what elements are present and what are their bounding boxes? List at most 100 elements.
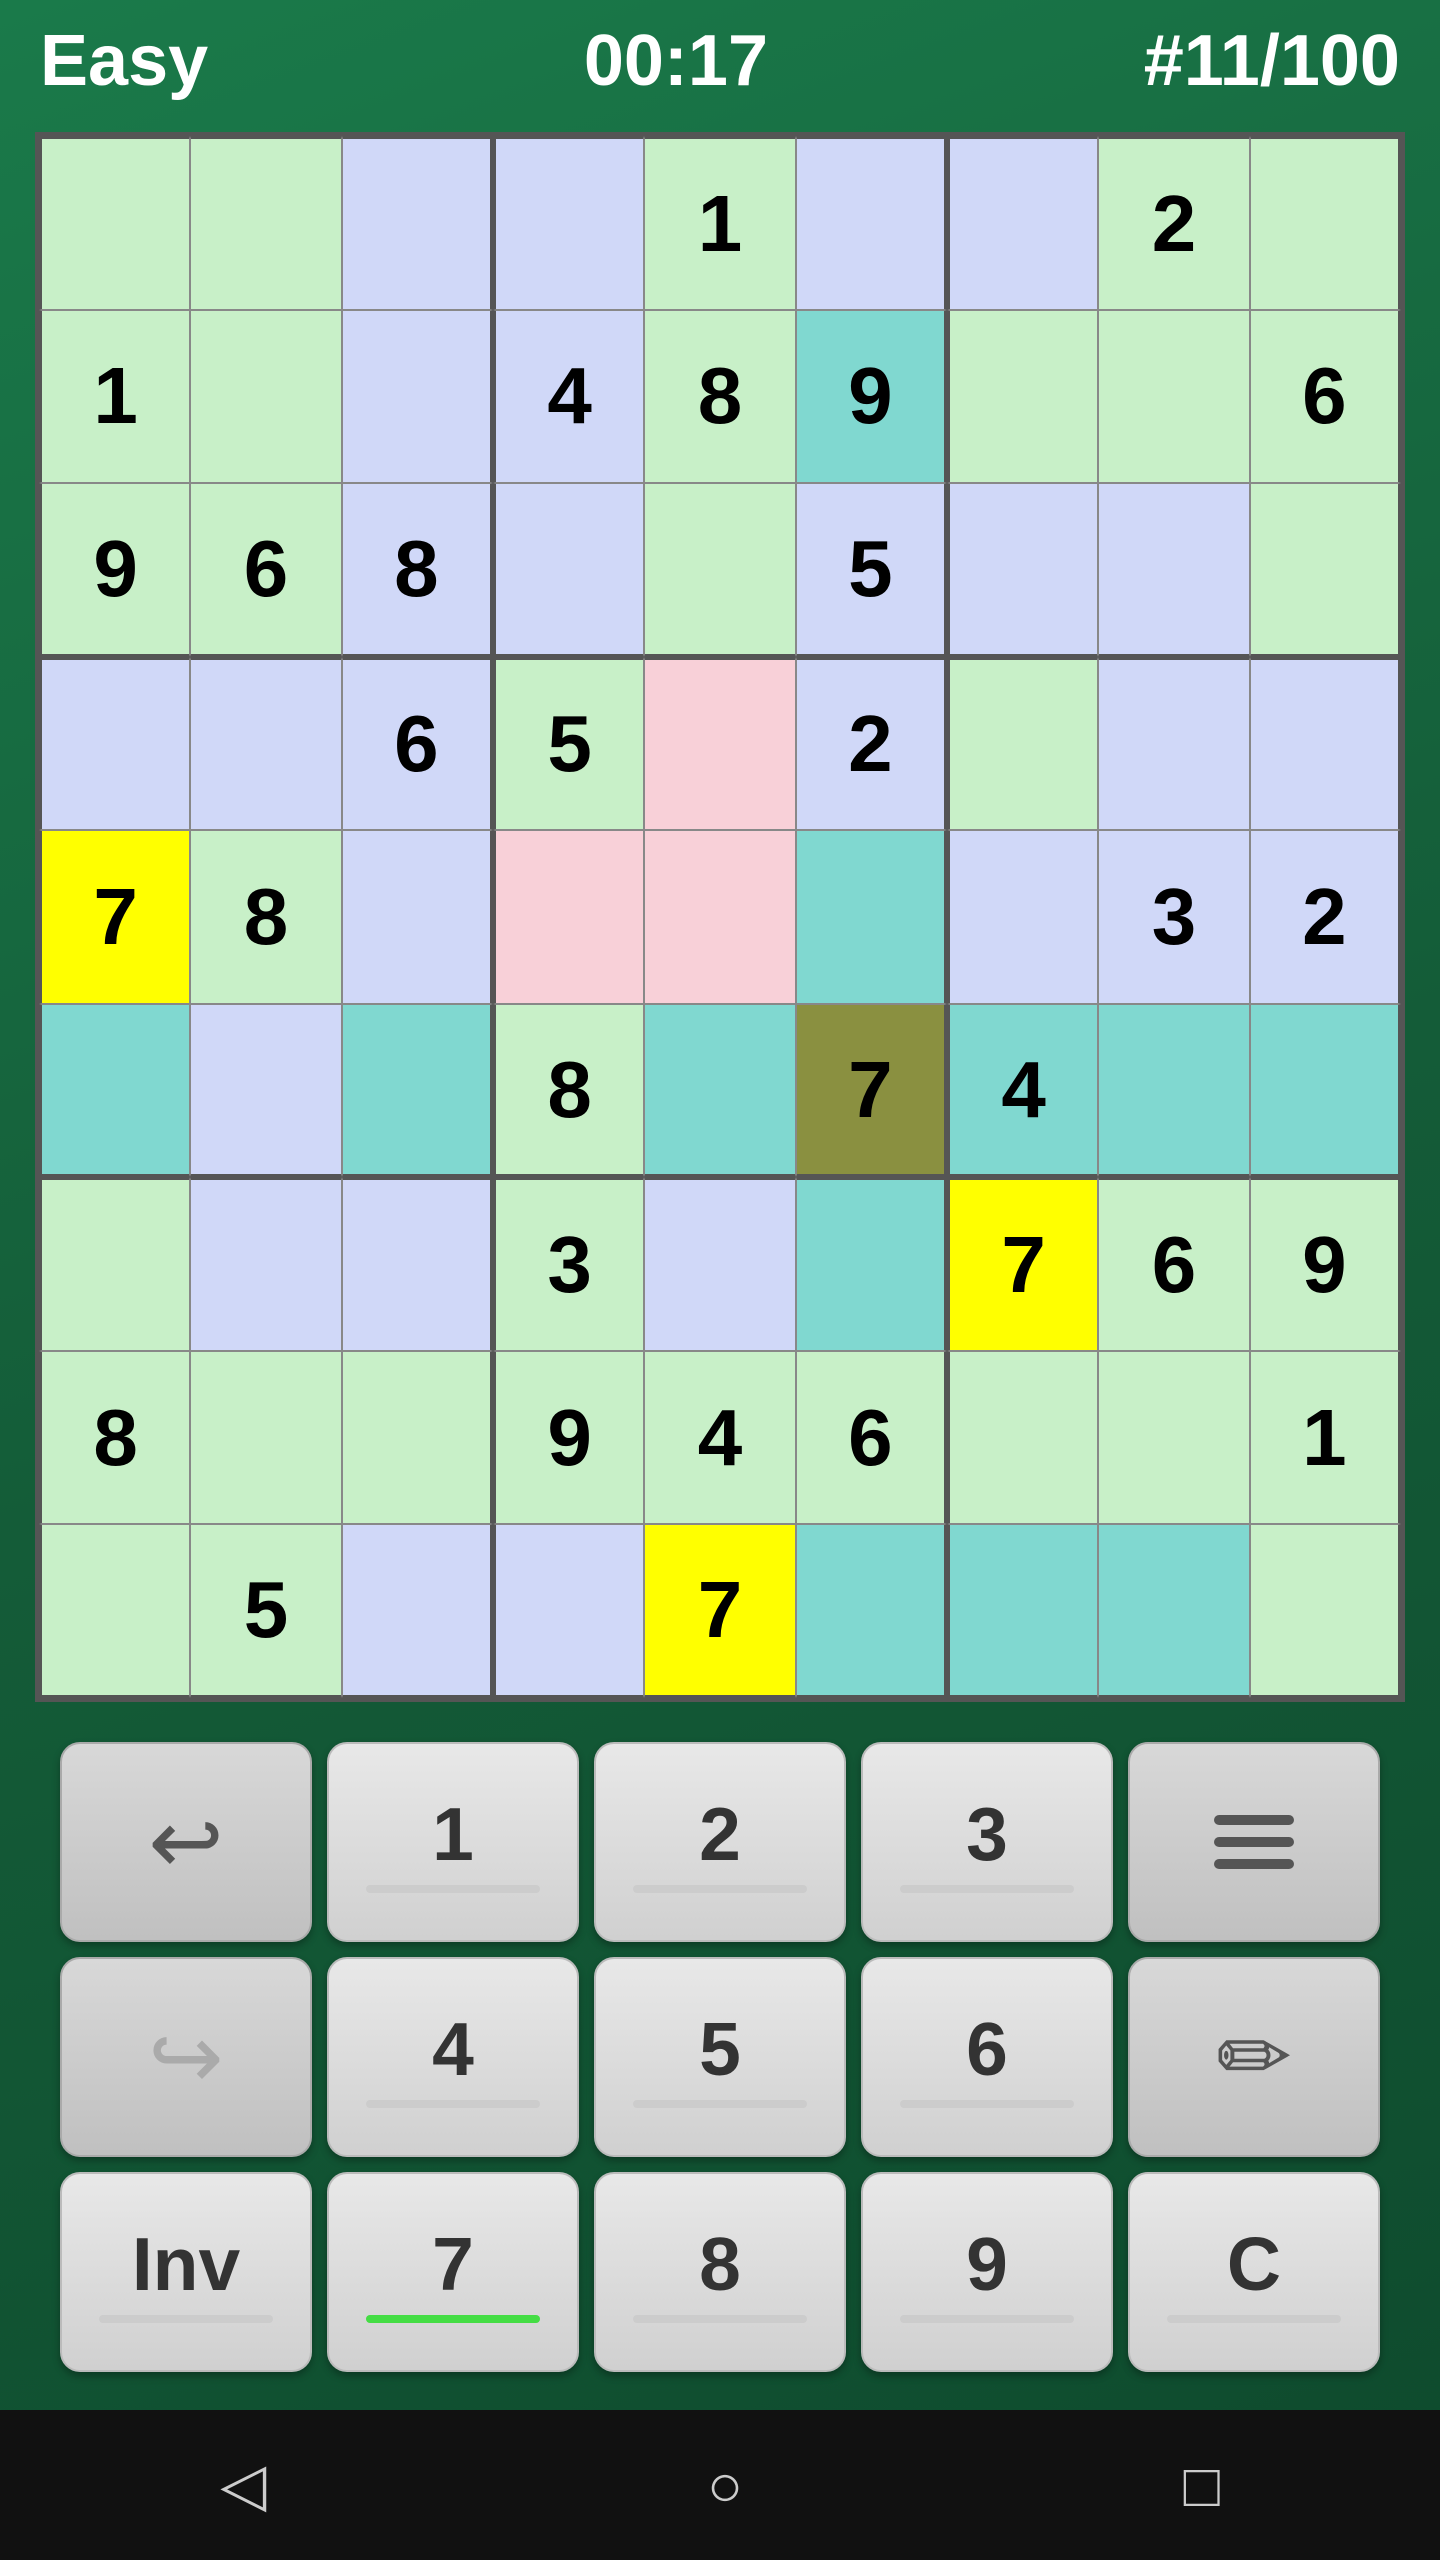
cell-2-8[interactable] xyxy=(1250,483,1401,657)
cell-7-0[interactable]: 8 xyxy=(39,1351,190,1525)
cell-6-3[interactable]: 3 xyxy=(493,1177,644,1351)
cell-0-2[interactable] xyxy=(342,136,493,310)
cell-5-4[interactable] xyxy=(644,1004,795,1178)
keypad-btn-4[interactable]: 4 xyxy=(327,1957,579,2157)
cell-0-8[interactable] xyxy=(1250,136,1401,310)
cell-7-6[interactable] xyxy=(947,1351,1098,1525)
cell-1-5[interactable]: 9 xyxy=(796,310,947,484)
keypad-btn-undo[interactable]: ↩ xyxy=(60,1742,312,1942)
cell-2-5[interactable]: 5 xyxy=(796,483,947,657)
cell-7-2[interactable] xyxy=(342,1351,493,1525)
keypad-btn-9[interactable]: 9 xyxy=(861,2172,1113,2372)
cell-5-3[interactable]: 8 xyxy=(493,1004,644,1178)
keypad-btn-menu[interactable] xyxy=(1128,1742,1380,1942)
keypad-btn-1[interactable]: 1 xyxy=(327,1742,579,1942)
cell-5-6[interactable]: 4 xyxy=(947,1004,1098,1178)
keypad-btn-2[interactable]: 2 xyxy=(594,1742,846,1942)
cell-6-8[interactable]: 9 xyxy=(1250,1177,1401,1351)
keypad-btn-6[interactable]: 6 xyxy=(861,1957,1113,2157)
cell-7-4[interactable]: 4 xyxy=(644,1351,795,1525)
cell-3-6[interactable] xyxy=(947,657,1098,831)
cell-0-5[interactable] xyxy=(796,136,947,310)
cell-8-0[interactable] xyxy=(39,1524,190,1698)
cell-4-5[interactable] xyxy=(796,830,947,1004)
cell-8-5[interactable] xyxy=(796,1524,947,1698)
cell-5-8[interactable] xyxy=(1250,1004,1401,1178)
cell-2-2[interactable]: 8 xyxy=(342,483,493,657)
cell-0-7[interactable]: 2 xyxy=(1098,136,1249,310)
cell-0-0[interactable] xyxy=(39,136,190,310)
cell-4-0[interactable]: 7 xyxy=(39,830,190,1004)
cell-4-1[interactable]: 8 xyxy=(190,830,341,1004)
cell-6-2[interactable] xyxy=(342,1177,493,1351)
cell-3-3[interactable]: 5 xyxy=(493,657,644,831)
cell-1-2[interactable] xyxy=(342,310,493,484)
keypad-btn-8[interactable]: 8 xyxy=(594,2172,846,2372)
back-button[interactable]: ◁ xyxy=(220,2450,266,2520)
cell-3-2[interactable]: 6 xyxy=(342,657,493,831)
cell-3-4[interactable] xyxy=(644,657,795,831)
cell-4-3[interactable] xyxy=(493,830,644,1004)
cell-1-1[interactable] xyxy=(190,310,341,484)
cell-5-5[interactable]: 7 xyxy=(796,1004,947,1178)
keypad-btn-7[interactable]: 7 xyxy=(327,2172,579,2372)
recent-button[interactable]: □ xyxy=(1184,2451,1220,2520)
cell-1-3[interactable]: 4 xyxy=(493,310,644,484)
keypad-btn-5[interactable]: 5 xyxy=(594,1957,846,2157)
cell-1-4[interactable]: 8 xyxy=(644,310,795,484)
cell-5-7[interactable] xyxy=(1098,1004,1249,1178)
cell-4-2[interactable] xyxy=(342,830,493,1004)
cell-8-4[interactable]: 7 xyxy=(644,1524,795,1698)
undo-icon: ↩ xyxy=(148,1790,223,1895)
cell-8-1[interactable]: 5 xyxy=(190,1524,341,1698)
cell-1-7[interactable] xyxy=(1098,310,1249,484)
cell-2-0[interactable]: 9 xyxy=(39,483,190,657)
cell-0-4[interactable]: 1 xyxy=(644,136,795,310)
cell-3-5[interactable]: 2 xyxy=(796,657,947,831)
keypad-btn-redo[interactable]: ↪ xyxy=(60,1957,312,2157)
cell-3-0[interactable] xyxy=(39,657,190,831)
keypad-btn-c[interactable]: C xyxy=(1128,2172,1380,2372)
cell-6-5[interactable] xyxy=(796,1177,947,1351)
cell-1-8[interactable]: 6 xyxy=(1250,310,1401,484)
cell-0-3[interactable] xyxy=(493,136,644,310)
cell-5-2[interactable] xyxy=(342,1004,493,1178)
cell-1-0[interactable]: 1 xyxy=(39,310,190,484)
cell-8-7[interactable] xyxy=(1098,1524,1249,1698)
cell-8-2[interactable] xyxy=(342,1524,493,1698)
cell-1-6[interactable] xyxy=(947,310,1098,484)
cell-0-6[interactable] xyxy=(947,136,1098,310)
cell-3-1[interactable] xyxy=(190,657,341,831)
cell-6-1[interactable] xyxy=(190,1177,341,1351)
cell-4-4[interactable] xyxy=(644,830,795,1004)
cell-6-4[interactable] xyxy=(644,1177,795,1351)
cell-5-0[interactable] xyxy=(39,1004,190,1178)
cell-5-1[interactable] xyxy=(190,1004,341,1178)
cell-7-8[interactable]: 1 xyxy=(1250,1351,1401,1525)
cell-4-8[interactable]: 2 xyxy=(1250,830,1401,1004)
cell-7-7[interactable] xyxy=(1098,1351,1249,1525)
cell-2-6[interactable] xyxy=(947,483,1098,657)
cell-4-7[interactable]: 3 xyxy=(1098,830,1249,1004)
cell-3-8[interactable] xyxy=(1250,657,1401,831)
cell-0-1[interactable] xyxy=(190,136,341,310)
cell-2-7[interactable] xyxy=(1098,483,1249,657)
cell-7-1[interactable] xyxy=(190,1351,341,1525)
home-button[interactable]: ○ xyxy=(707,2451,743,2520)
cell-2-4[interactable] xyxy=(644,483,795,657)
cell-8-3[interactable] xyxy=(493,1524,644,1698)
keypad-btn-3[interactable]: 3 xyxy=(861,1742,1113,1942)
cell-8-8[interactable] xyxy=(1250,1524,1401,1698)
cell-6-0[interactable] xyxy=(39,1177,190,1351)
cell-2-1[interactable]: 6 xyxy=(190,483,341,657)
cell-3-7[interactable] xyxy=(1098,657,1249,831)
cell-6-6[interactable]: 7 xyxy=(947,1177,1098,1351)
keypad-btn-pencil[interactable]: ✏ xyxy=(1128,1957,1380,2157)
cell-4-6[interactable] xyxy=(947,830,1098,1004)
cell-7-5[interactable]: 6 xyxy=(796,1351,947,1525)
cell-2-3[interactable] xyxy=(493,483,644,657)
cell-6-7[interactable]: 6 xyxy=(1098,1177,1249,1351)
keypad-btn-inv[interactable]: Inv xyxy=(60,2172,312,2372)
cell-8-6[interactable] xyxy=(947,1524,1098,1698)
cell-7-3[interactable]: 9 xyxy=(493,1351,644,1525)
